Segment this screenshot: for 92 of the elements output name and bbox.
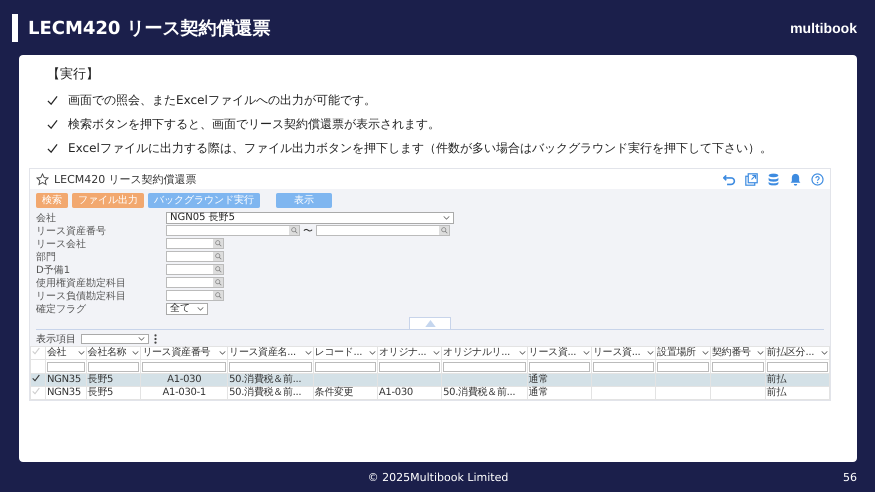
filter-field[interactable]: [528, 362, 590, 372]
more-icon[interactable]: [154, 334, 157, 344]
table-cell: NGN35: [47, 387, 81, 398]
table-cell: 50.消費税＆前...: [229, 374, 302, 385]
caret-icon: [197, 306, 204, 310]
undo-icon[interactable]: [723, 172, 736, 186]
filter-field[interactable]: [47, 362, 85, 372]
table-cell: 長野5: [88, 387, 114, 398]
bell-icon[interactable]: [789, 172, 802, 186]
caret-icon[interactable]: [518, 351, 526, 355]
search-icon[interactable]: [214, 279, 222, 286]
field-label: D予備1: [36, 264, 72, 276]
table-cell: NGN35: [47, 374, 81, 385]
search-icon[interactable]: [440, 227, 448, 234]
caret-icon[interactable]: [132, 351, 140, 355]
field-label: 部門: [36, 250, 57, 264]
app-title: LECM420 リース契約償還票: [54, 172, 197, 186]
caret-icon[interactable]: [756, 351, 764, 355]
slide-title: LECM420 リース契約償還票: [28, 16, 272, 40]
table-cell: 50.消費税＆前...: [443, 387, 516, 398]
bullet-text: 検索ボタンを押下すると、画面でリース契約償還票が表示されます。: [68, 116, 440, 132]
title-accent-bar: [12, 14, 18, 42]
page-number: 56: [843, 470, 857, 484]
logo: multibook: [790, 20, 857, 36]
help-icon[interactable]: [811, 172, 824, 186]
input-field[interactable]: [166, 238, 224, 249]
caret-icon[interactable]: [219, 351, 226, 355]
field-label: リース会社: [36, 238, 87, 250]
bullet-text: 画面での照会、またExcelファイルへの出力が可能です。: [68, 92, 376, 108]
input-field[interactable]: [166, 264, 224, 275]
table-cell: 条件変更: [314, 387, 354, 398]
select-field[interactable]: NGN05 長野5: [166, 212, 454, 224]
checkmark-icon: [47, 94, 58, 106]
caret-icon[interactable]: [582, 351, 590, 355]
filter-field[interactable]: [229, 362, 312, 372]
input-field[interactable]: [316, 225, 450, 236]
search-icon[interactable]: [214, 240, 222, 247]
filter-field[interactable]: [378, 362, 440, 372]
star-icon[interactable]: [36, 172, 49, 186]
filter-field[interactable]: [712, 362, 764, 372]
caret-icon[interactable]: [78, 351, 85, 355]
caret-icon: [443, 216, 450, 220]
table-cell: 前払: [766, 387, 786, 398]
caret-icon[interactable]: [647, 351, 654, 355]
caret-icon[interactable]: [433, 351, 440, 355]
field-label: 使用権資産勘定科目: [36, 276, 127, 290]
section-heading: 【実行】: [47, 66, 100, 83]
filter-field[interactable]: [142, 362, 226, 372]
caret-icon[interactable]: [304, 351, 312, 355]
field-label: リース負債勘定科目: [36, 290, 127, 302]
input-field[interactable]: [166, 225, 300, 236]
filter-field[interactable]: [314, 362, 376, 372]
table-cell: 前払: [766, 374, 786, 385]
field-label: 確定フラグ: [36, 302, 87, 316]
triangle-up-icon: [424, 320, 436, 327]
copyright-text: © 2025Multibook Limited: [368, 470, 508, 484]
range-separator: 〜: [303, 224, 313, 238]
search-icon[interactable]: [214, 253, 222, 260]
row-checkmark-icon[interactable]: [32, 374, 40, 382]
search-icon[interactable]: [290, 227, 298, 234]
caret-icon[interactable]: [821, 351, 828, 355]
input-field[interactable]: [166, 251, 224, 262]
filter-field[interactable]: [657, 362, 709, 372]
caret-icon: [138, 337, 145, 341]
export-icon[interactable]: [745, 172, 758, 186]
filter-field[interactable]: [592, 362, 654, 372]
search-icon[interactable]: [214, 292, 222, 299]
input-field[interactable]: [166, 277, 224, 288]
select-field[interactable]: [81, 334, 149, 344]
field-label: 会社: [36, 212, 57, 224]
display-items-label: 表示項目: [36, 332, 76, 346]
table-cell: A1-030: [167, 374, 202, 385]
table-cell: 長野5: [88, 374, 114, 385]
caret-icon[interactable]: [702, 351, 709, 355]
checkmark-icon: [47, 142, 58, 154]
field-label: リース資産番号: [36, 224, 107, 238]
select-field[interactable]: 全て: [166, 302, 208, 314]
caret-icon[interactable]: [368, 351, 376, 355]
input-field[interactable]: [166, 290, 224, 301]
table-cell: A1-030-1: [162, 387, 206, 398]
filter-field[interactable]: [88, 362, 140, 372]
filter-field[interactable]: [766, 362, 828, 372]
table-cell: A1-030: [378, 387, 413, 398]
filter-field[interactable]: [443, 362, 526, 372]
table-cell: 50.消費税＆前...: [229, 387, 302, 398]
checkmark-icon: [47, 118, 58, 130]
table-cell: 通常: [528, 374, 548, 385]
checkmark-icon[interactable]: [32, 347, 40, 355]
database-icon[interactable]: [767, 172, 780, 186]
bullet-text: Excelファイルに出力する際は、ファイル出力ボタンを押下します（件数が多い場合はバックグラウンド実行を押下して下さい）。: [68, 140, 772, 156]
search-icon[interactable]: [214, 266, 222, 273]
table-cell: 通常: [528, 387, 548, 398]
